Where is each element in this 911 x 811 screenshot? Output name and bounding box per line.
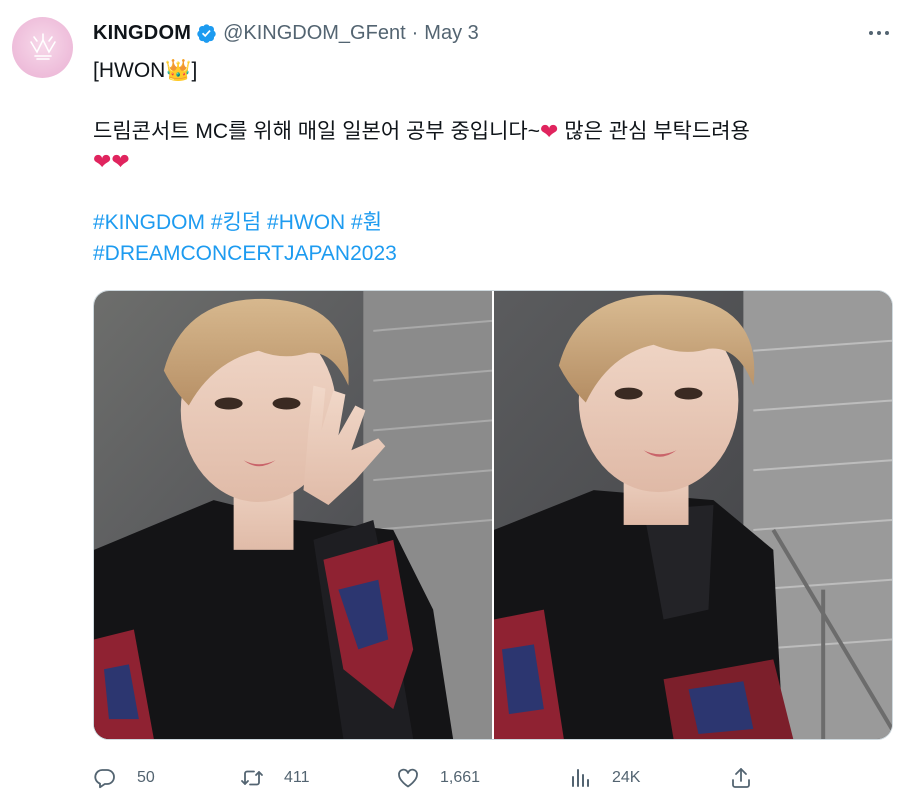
hashtag-kingdom-korean[interactable]: #킹덤 bbox=[211, 211, 261, 234]
hashtag-kingdom[interactable]: #KINGDOM bbox=[93, 211, 205, 234]
red-heart-emoji: ❤ bbox=[540, 119, 559, 144]
share-icon bbox=[732, 768, 750, 788]
like-button[interactable]: 1,661 bbox=[396, 760, 480, 796]
retweet-button[interactable]: 411 bbox=[240, 760, 310, 796]
tweet-card: KINGDOM @KINGDOM_GFent · May 3 [HWON👑] 드… bbox=[0, 0, 911, 811]
tweet-text-tail: 많은 관심 부탁드려용 bbox=[558, 120, 750, 143]
media-grid bbox=[93, 290, 893, 740]
share-button[interactable] bbox=[729, 760, 773, 796]
kingdom-logo-icon bbox=[29, 32, 56, 60]
separator-dot: · bbox=[411, 21, 419, 44]
more-options-icon[interactable] bbox=[862, 20, 896, 46]
hashtag-hwon-korean[interactable]: #훤 bbox=[351, 211, 382, 234]
tweet-date[interactable]: May 3 bbox=[424, 22, 478, 45]
hashtag-line-2: #DREAMCONCERTJAPAN2023 bbox=[93, 240, 397, 268]
avatar[interactable] bbox=[12, 17, 73, 78]
tweet-header: KINGDOM @KINGDOM_GFent · May 3 bbox=[93, 18, 479, 48]
tweet-text-line-3: ❤❤ bbox=[93, 147, 130, 176]
display-name[interactable]: KINGDOM bbox=[93, 22, 191, 45]
verified-badge-icon bbox=[196, 23, 217, 44]
tweet-actions: 50 411 1,661 24K bbox=[93, 760, 893, 796]
views-chart-icon bbox=[572, 769, 589, 787]
reply-icon bbox=[94, 769, 115, 789]
user-handle[interactable]: @KINGDOM_GFent bbox=[223, 22, 406, 45]
reply-count: 50 bbox=[137, 769, 155, 786]
views-count: 24K bbox=[612, 769, 641, 786]
hashtag-dreamconcert[interactable]: #DREAMCONCERTJAPAN2023 bbox=[93, 242, 397, 265]
hashtag-line-1: #KINGDOM #킹덤 #HWON #훤 bbox=[93, 209, 382, 237]
like-count: 1,661 bbox=[440, 769, 481, 786]
reply-button[interactable]: 50 bbox=[93, 760, 155, 796]
tweet-text-line-2: 드림콘서트 MC를 위해 매일 일본어 공부 중입니다~❤ 많은 관심 부탁드려… bbox=[93, 117, 750, 146]
retweet-count: 411 bbox=[284, 769, 310, 786]
photo-1[interactable] bbox=[94, 291, 492, 739]
hashtag-hwon[interactable]: #HWON bbox=[267, 211, 345, 234]
heart-icon bbox=[398, 768, 418, 788]
retweet-icon bbox=[241, 770, 263, 786]
tweet-text-line-1: [HWON👑] bbox=[93, 59, 198, 82]
red-hearts-emoji: ❤❤ bbox=[93, 149, 130, 174]
tweet-text-body: 드림콘서트 MC를 위해 매일 일본어 공부 중입니다~ bbox=[93, 120, 541, 143]
views-button[interactable]: 24K bbox=[568, 760, 640, 796]
photo-2[interactable] bbox=[494, 291, 892, 739]
